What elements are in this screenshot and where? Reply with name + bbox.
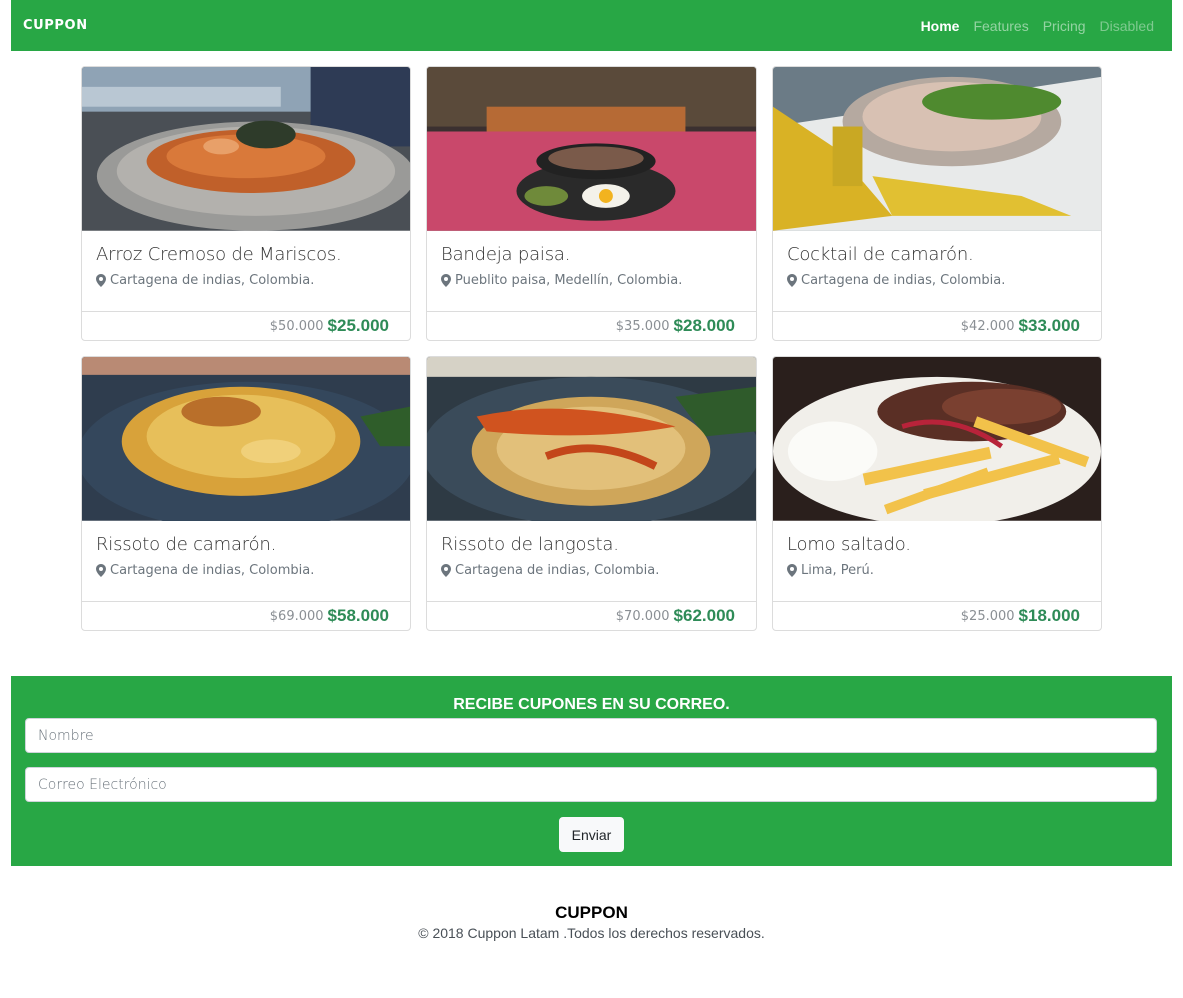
dish-title: Lomo saltado. <box>787 533 911 555</box>
coupon-card[interactable]: Rissoto de camarón. Cartagena de indias,… <box>81 356 411 631</box>
dish-photo <box>82 357 410 521</box>
new-price: $18.000 <box>1018 606 1080 626</box>
coupon-card[interactable]: Arroz Cremoso de Mariscos. Cartagena de … <box>81 66 411 341</box>
old-price: $42.000 <box>960 318 1015 334</box>
location-text: Cartagena de indias, Colombia. <box>110 272 315 288</box>
dish-title: Cocktail de camarón. <box>787 243 974 265</box>
card-footer: $50.000 $25.000 <box>82 311 410 340</box>
map-marker-icon <box>787 563 797 577</box>
location-text: Cartagena de indias, Colombia. <box>455 562 660 578</box>
footer-brand: CUPPON <box>555 903 628 922</box>
new-price: $25.000 <box>327 316 389 336</box>
navbar: CUPPON Home Features Pricing Disabled <box>11 0 1172 51</box>
dish-photo <box>773 67 1101 231</box>
card-body: Bandeja paisa. Pueblito paisa, Medellín,… <box>427 231 756 311</box>
new-price: $58.000 <box>327 606 389 626</box>
email-input[interactable] <box>25 767 1157 802</box>
coupon-card[interactable]: Bandeja paisa. Pueblito paisa, Medellín,… <box>426 66 757 341</box>
old-price: $50.000 <box>269 318 324 334</box>
coupon-card[interactable]: Cocktail de camarón. Cartagena de indias… <box>772 66 1102 341</box>
new-price: $62.000 <box>673 606 735 626</box>
dish-location: Lima, Perú. <box>787 563 1087 578</box>
old-price: $25.000 <box>960 608 1015 624</box>
map-marker-icon <box>787 273 797 287</box>
old-price: $35.000 <box>615 318 670 334</box>
dish-photo <box>427 67 756 231</box>
new-price: $28.000 <box>673 316 735 336</box>
map-marker-icon <box>96 563 106 577</box>
dish-location: Cartagena de indias, Colombia. <box>96 273 396 288</box>
card-footer: $70.000 $62.000 <box>427 601 756 630</box>
name-input[interactable] <box>25 718 1157 753</box>
location-text: Lima, Perú. <box>801 562 874 578</box>
dish-photo <box>773 357 1101 521</box>
old-price: $69.000 <box>269 608 324 624</box>
dish-title: Bandeja paisa. <box>441 243 571 265</box>
dish-location: Cartagena de indias, Colombia. <box>787 273 1087 288</box>
dish-photo <box>82 67 410 231</box>
location-text: Cartagena de indias, Colombia. <box>801 272 1006 288</box>
map-marker-icon <box>441 273 451 287</box>
coupon-grid: Arroz Cremoso de Mariscos. Cartagena de … <box>81 66 1102 631</box>
card-body: Arroz Cremoso de Mariscos. Cartagena de … <box>82 231 410 311</box>
nav-links: Home Features Pricing Disabled <box>921 18 1154 34</box>
location-text: Cartagena de indias, Colombia. <box>110 562 315 578</box>
dish-photo <box>427 357 756 521</box>
map-marker-icon <box>96 273 106 287</box>
card-body: Cocktail de camarón. Cartagena de indias… <box>773 231 1101 311</box>
copyright-text: © 2018 Cuppon Latam .Todos los derechos … <box>418 925 765 941</box>
card-body: Lomo saltado. Lima, Perú. <box>773 521 1101 601</box>
new-price: $33.000 <box>1018 316 1080 336</box>
card-footer: $69.000 $58.000 <box>82 601 410 630</box>
dish-title: Rissoto de camarón. <box>96 533 277 555</box>
location-text: Pueblito paisa, Medellín, Colombia. <box>455 272 683 288</box>
coupon-card[interactable]: Lomo saltado. Lima, Perú. $25.000 $18.00… <box>772 356 1102 631</box>
dish-title: Arroz Cremoso de Mariscos. <box>96 243 342 265</box>
send-button[interactable]: Enviar <box>559 817 624 852</box>
subscribe-section: RECIBE CUPONES EN SU CORREO. Enviar <box>11 676 1172 866</box>
dish-location: Cartagena de indias, Colombia. <box>96 563 396 578</box>
card-footer: $35.000 $28.000 <box>427 311 756 340</box>
card-footer: $42.000 $33.000 <box>773 311 1101 340</box>
nav-link-disabled: Disabled <box>1099 17 1154 34</box>
dish-location: Cartagena de indias, Colombia. <box>441 563 742 578</box>
coupon-card[interactable]: Rissoto de langosta. Cartagena de indias… <box>426 356 757 631</box>
card-footer: $25.000 $18.000 <box>773 601 1101 630</box>
card-body: Rissoto de langosta. Cartagena de indias… <box>427 521 756 601</box>
nav-link-home[interactable]: Home <box>921 18 960 34</box>
card-body: Rissoto de camarón. Cartagena de indias,… <box>82 521 410 601</box>
brand-logo[interactable]: CUPPON <box>23 18 88 33</box>
nav-link-features[interactable]: Features <box>973 18 1028 34</box>
dish-title: Rissoto de langosta. <box>441 533 619 555</box>
dish-location: Pueblito paisa, Medellín, Colombia. <box>441 273 742 288</box>
subscribe-title: RECIBE CUPONES EN SU CORREO. <box>453 696 730 713</box>
nav-link-pricing[interactable]: Pricing <box>1043 18 1086 34</box>
old-price: $70.000 <box>615 608 670 624</box>
map-marker-icon <box>441 563 451 577</box>
page-footer: CUPPON © 2018 Cuppon Latam .Todos los de… <box>0 903 1183 941</box>
